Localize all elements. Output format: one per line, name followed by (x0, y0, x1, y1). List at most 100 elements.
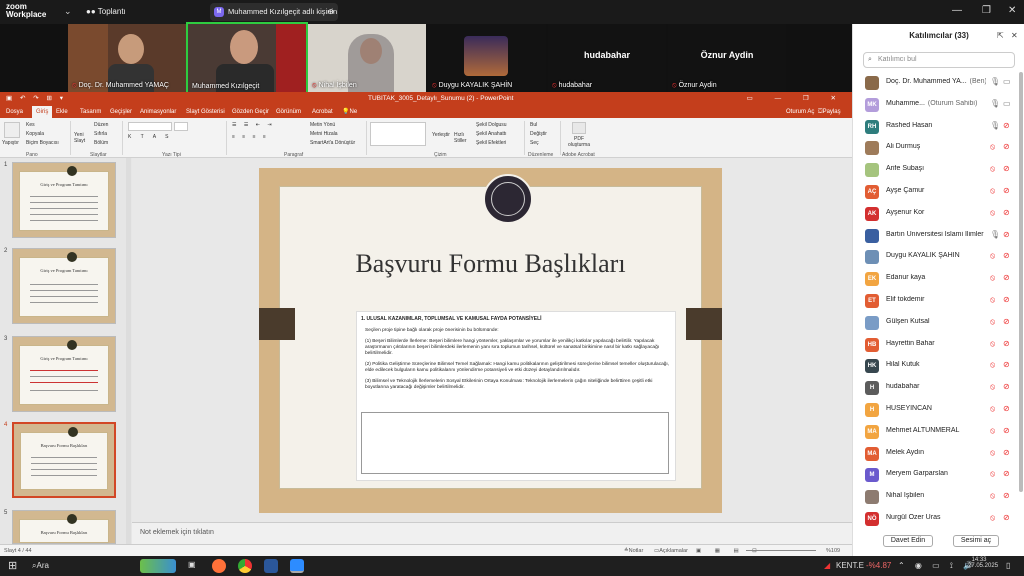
section-button[interactable]: Bölüm (94, 140, 108, 146)
slide-thumbnail[interactable]: Başvuru Formu Başlıkları (12, 510, 116, 544)
list-buttons[interactable]: ☰ ☰ ⇤ ⇥ (232, 122, 275, 128)
thumbnail-scrollbar[interactable] (126, 158, 131, 544)
participant-row[interactable]: H HÜSEYİNCAN ⦸ ⊘ (853, 399, 1024, 421)
font-size-box[interactable] (174, 122, 188, 131)
video-tile[interactable]: ⦸ Nihal İşbilen (308, 24, 426, 92)
mic-muted-icon[interactable]: ⦸ (990, 295, 995, 305)
tab-file[interactable]: Dosya (6, 106, 23, 118)
shapes-gallery[interactable] (370, 122, 426, 146)
pdf-icon[interactable] (572, 122, 586, 134)
video-tile[interactable]: hudabahar ⦸ hudabahar (548, 24, 666, 92)
participant-row[interactable]: Hhudabahar ⦸ ⊘ (853, 377, 1024, 399)
word-icon[interactable] (264, 559, 278, 573)
tab-transitions[interactable]: Geçişler (110, 106, 132, 118)
format-painter-button[interactable]: Biçim Boyacısı (26, 140, 59, 146)
mic-muted-icon[interactable]: ⦸ (990, 513, 995, 523)
shape-fill-button[interactable]: Şekil Dolgusu (476, 122, 507, 128)
camera-off-icon[interactable]: ⊘ (1003, 469, 1010, 478)
tell-me-box[interactable]: 💡 Ne yapmak istediğinizi söyleyin... (342, 106, 377, 151)
participant-row[interactable]: Nihal İşbilen ⦸ ⊘ (853, 486, 1024, 508)
system-tray-icons[interactable]: ⌃ ◉ ▭ ⟟ 🔊 (898, 561, 977, 571)
paste-icon[interactable] (4, 122, 20, 138)
participant-row[interactable]: HK Hilal Kutuk ⦸ ⊘ (853, 355, 1024, 377)
camera-icon[interactable]: ▭ (1003, 99, 1011, 108)
participant-list-scrollbar[interactable] (1019, 72, 1023, 492)
participant-row[interactable]: RH Rashed Hasan 🎙 ⊘ (853, 116, 1024, 138)
participant-row[interactable]: Bartın Üniversitesi İslami İlimler ... 🎙 ⊘ (853, 225, 1024, 247)
tab-insert[interactable]: Ekle (56, 106, 68, 118)
find-button[interactable]: Bul (530, 122, 537, 128)
camera-off-icon[interactable]: ⊘ (1003, 273, 1010, 282)
camera-off-icon[interactable]: ⊘ (1003, 491, 1010, 500)
arrange-button[interactable]: Yerleştir (432, 132, 450, 138)
tab-design[interactable]: Tasarım (80, 106, 101, 118)
cut-button[interactable]: Kes (26, 122, 35, 128)
slide-thumbnail[interactable]: Giriş ve Program Tanıtımı (12, 162, 116, 238)
close-icon[interactable]: ✕ (1008, 5, 1016, 16)
participant-row[interactable]: Doç. Dr. Muhammed YA... (Ben) 🎙 ▭ (853, 72, 1024, 94)
mic-muted-icon[interactable]: ⦸ (990, 404, 995, 414)
tab-view[interactable]: Görünüm (276, 106, 301, 118)
participant-row[interactable]: HB Hayrettin Bahar ⦸ ⊘ (853, 334, 1024, 356)
camera-off-icon[interactable]: ⊘ (1003, 121, 1010, 130)
task-view-icon[interactable]: ▣ (188, 560, 196, 569)
mic-muted-icon[interactable]: ⦸ (990, 491, 995, 501)
participant-row[interactable]: ET Elif tokdemir ⦸ ⊘ (853, 290, 1024, 312)
camera-off-icon[interactable]: ⊘ (1003, 251, 1010, 260)
notes-pane[interactable]: Not eklemek için tıklatın (132, 522, 852, 544)
camera-off-icon[interactable]: ⊘ (1003, 164, 1010, 173)
mic-muted-icon[interactable]: ⦸ (990, 251, 995, 261)
camera-icon[interactable]: ▭ (1003, 77, 1011, 86)
camera-off-icon[interactable]: ⊘ (1003, 142, 1010, 151)
camera-off-icon[interactable]: ⊘ (1003, 317, 1010, 326)
tab-acrobat[interactable]: Acrobat (312, 106, 333, 118)
mic-muted-icon[interactable]: ⦸ (990, 164, 995, 174)
quick-access-toolbar[interactable]: ▣ ↶ ↷ ⊞ ▾ (6, 92, 66, 106)
mic-icon[interactable]: 🎙 (990, 77, 1000, 86)
reset-button[interactable]: Sıfırla (94, 131, 107, 137)
chrome-icon[interactable] (238, 559, 252, 573)
new-slide-button[interactable]: Yeni Slayt (74, 132, 88, 144)
clock[interactable]: 14:33 27.05.2025 (968, 557, 998, 569)
minimize-icon[interactable]: — (952, 5, 962, 16)
create-pdf-button[interactable]: PDF oluşturma (566, 136, 592, 148)
share-button[interactable]: ⛋ Paylaş (818, 106, 841, 118)
camera-off-icon[interactable]: ⊘ (1003, 339, 1010, 348)
mic-muted-icon[interactable]: ⦸ (990, 186, 995, 196)
slide-thumbnail[interactable]: Giriş ve Program Tanıtımı (12, 248, 116, 324)
camera-off-icon[interactable]: ⊘ (1003, 360, 1010, 369)
tab-home[interactable]: Giriş (32, 106, 53, 118)
participant-row[interactable]: Duygu KAYALIK ŞAHİN ⦸ ⊘ (853, 246, 1024, 268)
participant-row[interactable]: MA Melek Aydın ⦸ ⊘ (853, 443, 1024, 465)
font-format-buttons[interactable]: K T A S (128, 134, 173, 140)
align-text-button[interactable]: Metni Hizala (310, 131, 338, 137)
copy-button[interactable]: Kopyala (26, 131, 44, 137)
mic-icon[interactable]: 🎙 (990, 230, 1000, 239)
camera-off-icon[interactable]: ⊘ (1003, 513, 1010, 522)
mic-muted-icon[interactable]: ⦸ (990, 273, 995, 283)
mic-muted-icon[interactable]: ⦸ (990, 317, 995, 327)
mic-muted-icon[interactable]: ⦸ (990, 360, 995, 370)
unmute-me-button[interactable]: Sesimi aç (953, 535, 999, 547)
windows-start-icon[interactable]: ⊞ (8, 559, 17, 572)
camera-off-icon[interactable]: ⊘ (1003, 426, 1010, 435)
meeting-menu[interactable]: ●● Toplantı (86, 7, 126, 16)
invite-button[interactable]: Davet Edin (883, 535, 933, 547)
participant-row[interactable]: M Meryem Garparslan ⦸ ⊘ (853, 464, 1024, 486)
taskbar-search[interactable]: ⌕ Ara (32, 561, 49, 571)
restore-icon[interactable]: ❐ (982, 5, 991, 16)
popout-icon[interactable]: ⇱ (997, 24, 1004, 48)
mic-muted-icon[interactable]: ⦸ (990, 448, 995, 458)
mic-muted-icon[interactable]: ⦸ (990, 339, 995, 349)
camera-off-icon[interactable]: ⊘ (1003, 230, 1010, 239)
select-button[interactable]: Seç (530, 140, 539, 146)
sign-in-link[interactable]: Oturum Aç (786, 106, 814, 118)
mic-icon[interactable]: 🎙 (990, 121, 1000, 130)
smartart-button[interactable]: SmartArt'a Dönüştür (310, 140, 355, 146)
shape-effects-button[interactable]: Şekil Efektleri (476, 140, 506, 146)
participant-row[interactable]: MK Muhamme... (Oturum Sahibi) 🎙 ▭ (853, 94, 1024, 116)
screen-share-view-pill[interactable]: M Muhammed Kızılgeçit adlı kişinin ⊖ (210, 3, 338, 21)
firefox-icon[interactable] (212, 559, 226, 573)
mic-muted-icon[interactable]: ⦸ (990, 469, 995, 479)
mic-muted-icon[interactable]: ⦸ (990, 382, 995, 392)
